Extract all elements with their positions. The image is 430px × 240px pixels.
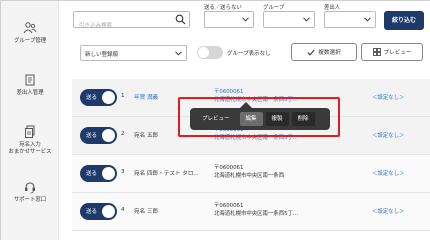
send-toggle-label: 送る bbox=[86, 209, 98, 215]
chevron-down-icon bbox=[242, 17, 249, 22]
row-number: 1 bbox=[121, 93, 125, 99]
sidebar-item-label: 差出人管理 bbox=[16, 90, 44, 96]
postal-code: 〒0600061 bbox=[214, 203, 244, 209]
postal-code: 〒0600061 bbox=[214, 89, 244, 95]
group-display-toggle-label: グループ表示なし bbox=[227, 51, 271, 57]
multi-select-button[interactable]: 複数選択 bbox=[291, 43, 357, 61]
group-filter-select[interactable] bbox=[263, 11, 315, 28]
sidebar-item-support[interactable]: サポート窓口 bbox=[1, 181, 59, 204]
sort-select[interactable]: 新しい登録順 bbox=[80, 45, 187, 61]
send-filter-label: 送る／送らない bbox=[204, 5, 242, 11]
send-toggle[interactable]: 送る bbox=[80, 203, 117, 220]
narrow-button[interactable]: 絞り込む bbox=[384, 11, 424, 30]
chevron-down-icon bbox=[303, 17, 310, 22]
chevron-down-icon bbox=[364, 17, 371, 22]
main-content: 送る／送らない グループ 差出人 絞り込む 新しい登録順 グループ表示なし 複数… bbox=[59, 1, 430, 240]
sidebar-item-label-line2: おまかせサービス bbox=[8, 149, 52, 155]
setting-link[interactable]: ＜設定なし＞ bbox=[372, 169, 404, 177]
search-box bbox=[73, 11, 190, 34]
headset-icon bbox=[25, 182, 35, 194]
group-display-toggle[interactable] bbox=[197, 46, 223, 59]
group-icon bbox=[23, 22, 37, 34]
preview-button[interactable]: プレビュー bbox=[361, 43, 423, 61]
address-block[interactable]: 〒0600061 北海道札幌市中央区南一条西 bbox=[214, 164, 284, 180]
recipient-name[interactable]: 年賀 満義 bbox=[134, 93, 158, 101]
sidebar-item-label-line1: 宛名入力 bbox=[19, 142, 41, 148]
search-icon[interactable] bbox=[175, 14, 186, 25]
toggle-knob bbox=[102, 167, 115, 180]
multi-select-label: 複数選択 bbox=[318, 50, 341, 56]
app-window: グループ管理 差出人管理 宛名入力 おまかせサービス サポート窓口 引き込み検索… bbox=[0, 0, 430, 240]
sort-select-value: 新しい登録順 bbox=[85, 52, 119, 58]
chevron-down-icon bbox=[175, 51, 182, 56]
send-toggle-label: 送る bbox=[86, 171, 98, 177]
sidebar-item-address-service[interactable]: 宛名入力 おまかせサービス bbox=[1, 125, 59, 156]
send-toggle[interactable]: 送る bbox=[80, 127, 117, 144]
sender-filter-select[interactable] bbox=[324, 11, 376, 28]
sender-filter-label: 差出人 bbox=[324, 5, 341, 11]
setting-link[interactable]: ＜設定なし＞ bbox=[372, 93, 404, 101]
recipient-name[interactable]: 宛名 四郎・テスト タロ... bbox=[134, 169, 199, 177]
preview-button-label: プレビュー bbox=[383, 50, 412, 56]
setting-link[interactable]: ＜設定なし＞ bbox=[372, 207, 404, 215]
table-row[interactable]: 送る 4 宛名 三郎 〒0600061 北海道札幌市中央区南一条西5丁... ＜… bbox=[72, 193, 430, 231]
group-filter-label: グループ bbox=[263, 5, 285, 11]
send-toggle[interactable]: 送る bbox=[80, 165, 117, 182]
postal-code: 〒0600061 bbox=[214, 165, 244, 171]
recipient-name[interactable]: 宛名 三郎 bbox=[134, 207, 158, 215]
recipient-name[interactable]: 宛名 五郎 bbox=[134, 131, 158, 139]
sidebar-item-label: グループ管理 bbox=[13, 38, 47, 44]
toggle-knob bbox=[102, 91, 115, 104]
grid-icon bbox=[372, 48, 381, 56]
send-toggle[interactable]: 送る bbox=[80, 89, 117, 106]
sidebar: グループ管理 差出人管理 宛名入力 おまかせサービス サポート窓口 bbox=[1, 1, 59, 240]
table-row[interactable]: 送る 3 宛名 四郎・テスト タロ... 〒0600061 北海道札幌市中央区南… bbox=[72, 155, 430, 193]
address-text: 北海道札幌市中央区南一条西 bbox=[214, 173, 285, 179]
sidebar-item-sender[interactable]: 差出人管理 bbox=[1, 73, 59, 97]
send-toggle-label: 送る bbox=[86, 133, 98, 139]
sidebar-item-label: サポート窓口 bbox=[13, 197, 47, 203]
search-input[interactable] bbox=[74, 18, 172, 34]
toggle-knob bbox=[198, 47, 209, 58]
address-text: 北海道札幌市中央区南一条西5丁... bbox=[214, 211, 299, 217]
row-number: 2 bbox=[121, 131, 125, 137]
highlight-box bbox=[178, 97, 340, 137]
send-filter-select[interactable] bbox=[204, 11, 254, 28]
send-toggle-label: 送る bbox=[86, 95, 98, 101]
address-block[interactable]: 〒0600061 北海道札幌市中央区南一条西5丁... bbox=[214, 202, 298, 218]
toggle-knob bbox=[102, 129, 115, 142]
sidebar-item-group[interactable]: グループ管理 bbox=[1, 21, 59, 45]
toggle-knob bbox=[102, 205, 115, 218]
row-number: 4 bbox=[121, 207, 125, 213]
check-icon bbox=[307, 49, 315, 56]
sender-icon bbox=[25, 74, 35, 86]
row-number: 3 bbox=[121, 169, 125, 175]
document-icon bbox=[25, 125, 35, 138]
setting-link[interactable]: ＜設定なし＞ bbox=[372, 131, 404, 139]
